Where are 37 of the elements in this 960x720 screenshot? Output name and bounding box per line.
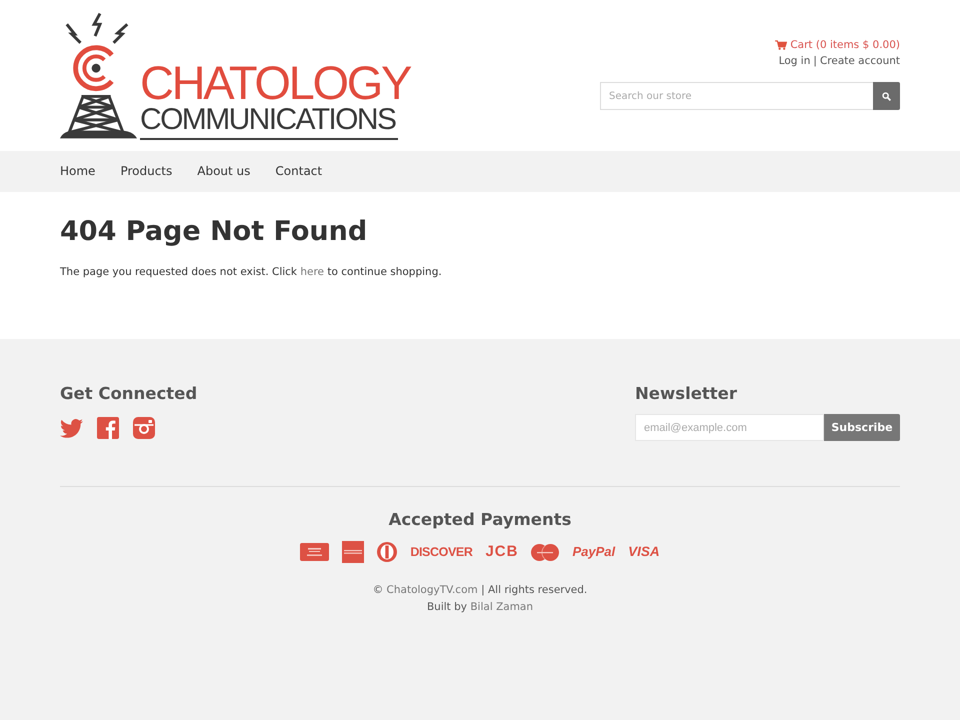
logo-tagline: COMMUNICATIONS (140, 106, 397, 134)
payment-wordmark: DISCOVER (410, 544, 472, 560)
overlapping-circles-icon (531, 544, 560, 560)
login-link[interactable]: Log in (778, 53, 810, 69)
camera-icon[interactable] (133, 417, 155, 439)
copyright-text: © ChatologyTV.com | All rights reserved. (372, 583, 588, 598)
separator: | (813, 54, 817, 69)
site-link[interactable]: ChatologyTV.com (386, 584, 478, 596)
payment-card-icon (300, 543, 330, 561)
author-link[interactable]: Bilal Zaman (470, 601, 534, 613)
page-title: 404 Page Not Found (60, 216, 368, 248)
payment-wordmark: VISA (628, 544, 660, 560)
section-heading: Get Connected (60, 383, 198, 405)
email-field[interactable]: email@example.com (635, 414, 824, 441)
credit-text: Built by Bilal Zaman (426, 600, 534, 615)
create-account-link[interactable]: Create account (820, 53, 900, 69)
section-heading: Accepted Payments (388, 509, 572, 531)
nav-link[interactable]: Products (120, 151, 172, 192)
search-icon (882, 92, 891, 100)
section-heading: Newsletter (635, 383, 738, 405)
subscribe-button[interactable]: Subscribe (824, 414, 900, 441)
bird-icon[interactable] (60, 418, 83, 438)
cart-link[interactable]: Cart (0 items $ 0.00) (775, 37, 900, 53)
split-circle-icon (377, 542, 398, 562)
cart-icon (775, 40, 788, 50)
payment-wordmark: JCB (485, 544, 518, 560)
facebook-icon[interactable] (97, 417, 119, 439)
nav-link[interactable]: About us (197, 151, 250, 192)
search-button[interactable] (873, 82, 900, 110)
nav-link[interactable]: Contact (275, 151, 322, 192)
here-link[interactable]: here (300, 266, 324, 278)
logo-name: CHATOLOGY (140, 62, 410, 104)
search-field[interactable]: Search our store (600, 82, 873, 110)
error-message: The page you requested does not exist. Click here to continue shopping. (60, 265, 443, 279)
nav-link[interactable]: Home (60, 151, 96, 192)
payment-card-icon (342, 541, 364, 563)
payment-wordmark: PayPal (572, 544, 616, 560)
